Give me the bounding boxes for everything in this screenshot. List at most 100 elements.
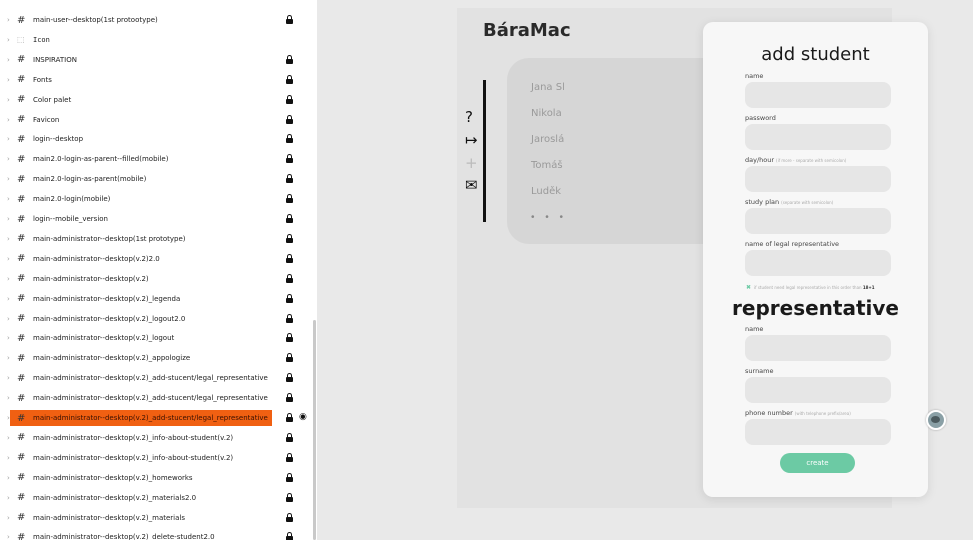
lock-icon[interactable] — [286, 15, 293, 24]
layer-row[interactable]: › # main-administrator--desktop(v.2)_legen… — [0, 289, 317, 309]
layer-row[interactable]: › # main-administrator--desktop(1st protot… — [0, 229, 317, 249]
chevron-right-icon[interactable]: › — [7, 56, 10, 64]
layer-row[interactable]: › # Fonts — [0, 70, 317, 90]
layer-row[interactable]: › # login--desktop — [0, 129, 317, 149]
lock-icon[interactable] — [286, 233, 293, 243]
lock-icon[interactable] — [286, 432, 293, 442]
lock-icon[interactable] — [286, 353, 293, 363]
layer-row[interactable]: › # main-administrator--desktop(v.2)_info-… — [0, 448, 317, 468]
lock-icon[interactable] — [286, 174, 293, 184]
lock-icon[interactable] — [286, 373, 293, 383]
student-list-item[interactable]: Nikola — [531, 108, 562, 119]
chevron-right-icon[interactable]: › — [7, 334, 10, 342]
chevron-right-icon[interactable]: › — [7, 155, 10, 163]
layer-row[interactable]: › # main-administrator--desktop(v.2)_add-s… — [0, 368, 317, 388]
layer-row[interactable]: › # main-administrator--desktop(v.2)_add-s… — [0, 388, 317, 408]
chevron-right-icon[interactable]: › — [7, 215, 10, 223]
layer-row[interactable]: › # INSPIRATION — [0, 50, 317, 70]
lock-icon[interactable] — [286, 472, 293, 482]
layer-row[interactable]: › # main-administrator--desktop(v.2)_add-s… — [0, 408, 317, 428]
lock-icon[interactable] — [286, 54, 293, 64]
legal-representative-check[interactable]: ✖ if student need legal representative in… — [746, 284, 875, 291]
student-list-item[interactable]: Jaroslá — [531, 134, 564, 145]
chevron-right-icon[interactable]: › — [7, 454, 10, 462]
text-field[interactable] — [745, 377, 891, 403]
layer-row[interactable]: › # main2.0-login-as-parent--filled(mobile… — [0, 149, 317, 169]
lock-icon[interactable] — [286, 273, 293, 283]
lock-icon[interactable] — [286, 214, 293, 223]
artboard[interactable]: BáraMac ? ↦ + ✉ Jana Sl Nikola Jaroslá Tomáš Lu… — [457, 8, 946, 508]
layer-row[interactable]: › # Color palet — [0, 90, 317, 110]
lock-icon[interactable] — [286, 94, 293, 104]
chevron-right-icon[interactable]: › — [7, 514, 10, 522]
layer-row[interactable]: › # main-administrator--desktop(v.2)_info-… — [0, 428, 317, 448]
chevron-right-icon[interactable]: › — [7, 374, 10, 382]
chevron-right-icon[interactable]: › — [7, 96, 10, 104]
chevron-right-icon[interactable]: › — [7, 135, 10, 143]
chevron-right-icon[interactable]: › — [7, 255, 10, 263]
logout-icon[interactable]: ↦ — [465, 133, 478, 148]
lock-icon[interactable] — [286, 413, 293, 422]
chevron-right-icon[interactable]: › — [7, 474, 10, 482]
chevron-right-icon[interactable]: › — [7, 354, 10, 362]
lock-icon[interactable] — [286, 333, 293, 343]
lock-icon[interactable] — [286, 393, 293, 403]
text-field[interactable] — [745, 250, 891, 276]
layer-row[interactable]: › # main-administrator--desktop(v.2)_homew… — [0, 468, 317, 488]
layers-scrollbar[interactable] — [313, 320, 316, 540]
lock-icon[interactable] — [286, 293, 293, 303]
chevron-right-icon[interactable]: › — [7, 295, 10, 303]
create-button[interactable]: create — [780, 453, 855, 473]
chevron-right-icon[interactable]: › — [7, 195, 10, 203]
chevron-right-icon[interactable]: › — [7, 533, 10, 540]
text-field[interactable] — [745, 124, 891, 150]
lock-icon[interactable] — [286, 512, 293, 522]
lock-icon[interactable] — [286, 74, 293, 84]
layer-row[interactable]: › # main-administrator--desktop(v.2)2.0 — [0, 249, 317, 269]
layer-row[interactable]: › # main-administrator--desktop(v.2)_logou… — [0, 309, 317, 329]
chevron-right-icon[interactable]: › — [7, 414, 10, 422]
student-list-item[interactable]: Tomáš — [531, 160, 563, 171]
add-icon[interactable]: + — [465, 156, 478, 171]
lock-icon[interactable] — [286, 452, 293, 462]
student-list-item[interactable]: Luděk — [531, 186, 561, 197]
help-icon[interactable]: ? — [465, 110, 473, 125]
chevron-right-icon[interactable]: › — [7, 394, 10, 402]
layer-row[interactable]: › # main-administrator--desktop(v.2)_appol… — [0, 348, 317, 368]
lock-icon[interactable] — [286, 154, 293, 164]
lock-icon[interactable] — [286, 114, 293, 124]
lock-icon[interactable] — [286, 253, 293, 263]
lock-icon[interactable] — [286, 492, 293, 502]
layer-row[interactable]: › # main-user--desktop(1st protootype) — [0, 10, 317, 30]
chevron-right-icon[interactable]: › — [7, 175, 10, 183]
text-field[interactable] — [745, 82, 891, 108]
chevron-right-icon[interactable]: › — [7, 16, 10, 24]
chevron-right-icon[interactable]: › — [7, 315, 10, 323]
layer-row[interactable]: › # main2.0-login-as-parent(mobile) — [0, 169, 317, 189]
chevron-right-icon[interactable]: › — [7, 36, 10, 44]
eye-icon[interactable]: ◉ — [299, 412, 307, 422]
layer-row[interactable]: › # main-administrator--desktop(v.2)_logou… — [0, 328, 317, 348]
student-list-item[interactable]: Jana Sl — [531, 82, 565, 93]
chevron-right-icon[interactable]: › — [7, 76, 10, 84]
lock-icon[interactable] — [286, 313, 293, 323]
chevron-right-icon[interactable]: › — [7, 434, 10, 442]
layer-row[interactable]: › # main-administrator--desktop(v.2)_delet… — [0, 527, 317, 540]
layer-row[interactable]: › # main-administrator--desktop(v.2)_mater… — [0, 508, 317, 528]
layer-row[interactable]: › # login--mobile_version — [0, 209, 317, 229]
text-field[interactable] — [745, 335, 891, 361]
avatar[interactable] — [926, 410, 946, 430]
text-field[interactable] — [745, 208, 891, 234]
chevron-right-icon[interactable]: › — [7, 116, 10, 124]
layer-row[interactable]: › # Favicon — [0, 110, 317, 130]
layer-row[interactable]: › # main-administrator--desktop(v.2) — [0, 269, 317, 289]
lock-icon[interactable] — [286, 194, 293, 204]
lock-icon[interactable] — [286, 134, 293, 144]
text-field[interactable] — [745, 166, 891, 192]
lock-icon[interactable] — [286, 532, 293, 540]
chevron-right-icon[interactable]: › — [7, 235, 10, 243]
layer-row[interactable]: › # main2.0-login(mobile) — [0, 189, 317, 209]
chevron-right-icon[interactable]: › — [7, 494, 10, 502]
mail-icon[interactable]: ✉ — [465, 178, 478, 193]
layer-row[interactable]: › # main-administrator--desktop(v.2)_mater… — [0, 488, 317, 508]
